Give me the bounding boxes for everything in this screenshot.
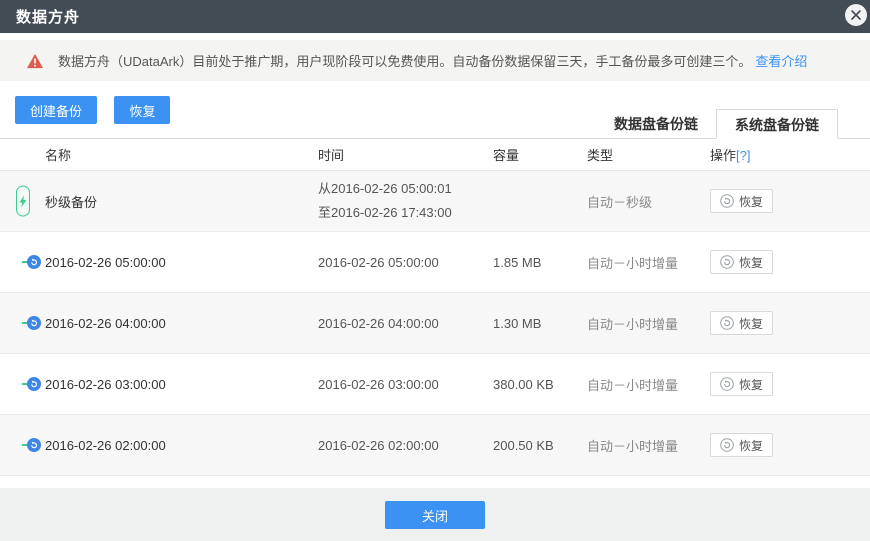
notice-wrap: 数据方舟（UDataArk）目前处于推广期，用户现阶段可以免费使用。自动备份数据… (0, 33, 870, 81)
backup-name: 秒级备份 (45, 194, 98, 210)
close-button[interactable]: 关闭 (385, 501, 485, 529)
restore-icon (720, 316, 734, 330)
backup-name: 2016-02-26 02:00:00 (45, 437, 166, 453)
tab-data-disk-chain[interactable]: 数据盘备份链 (596, 109, 716, 139)
table-tail-spacer (0, 476, 870, 488)
row-restore-button[interactable]: 恢复 (710, 250, 774, 274)
column-header-name: 名称 (45, 148, 72, 163)
backup-type: 自动－小时增量 (587, 438, 679, 454)
udataark-modal: 数据方舟 数据方舟（UDataArk）目前处于推广期，用户现阶段可以免费使用。自… (0, 0, 870, 541)
restore-icon (720, 377, 734, 391)
column-header-time: 时间 (318, 148, 345, 163)
restore-button[interactable]: 恢复 (114, 96, 171, 124)
warning-icon (27, 53, 43, 68)
backup-name: 2016-02-26 04:00:00 (45, 315, 166, 331)
table-body: 秒级备份 从2016-02-26 05:00:01 至2016-02-26 17… (0, 171, 870, 488)
backup-type: 自动－小时增量 (587, 377, 679, 393)
lightning-icon (16, 185, 30, 217)
backup-point-icon (27, 255, 41, 269)
modal-footer: 关闭 (0, 488, 870, 541)
backup-type: 自动－小时增量 (587, 316, 679, 332)
table-row: 秒级备份 从2016-02-26 05:00:01 至2016-02-26 17… (0, 171, 870, 232)
backup-name: 2016-02-26 05:00:00 (45, 254, 166, 270)
backup-point-icon (27, 316, 41, 330)
close-icon[interactable] (845, 4, 867, 26)
restore-icon (720, 438, 734, 452)
table-row: 2016-02-26 02:00:00 2016-02-26 02:00:00 … (0, 415, 870, 476)
column-header-type: 类型 (587, 148, 614, 163)
row-restore-button[interactable]: 恢复 (710, 189, 774, 213)
notice-text: 数据方舟（UDataArk）目前处于推广期，用户现阶段可以免费使用。自动备份数据… (58, 54, 752, 69)
backup-time: 2016-02-26 05:00:00 (318, 254, 439, 270)
backup-time: 2016-02-26 04:00:00 (318, 315, 439, 331)
table-header: 名称 时间 容量 类型 操作[?] (0, 139, 870, 171)
action-help-icon[interactable]: [?] (736, 148, 750, 163)
page-title: 数据方舟 (16, 9, 81, 26)
backup-type: 自动－秒级 (587, 194, 653, 210)
table-row: 2016-02-26 03:00:00 2016-02-26 03:00:00 … (0, 354, 870, 415)
modal-header: 数据方舟 (0, 0, 870, 33)
notice-intro-link[interactable]: 查看介绍 (755, 51, 807, 70)
row-restore-button[interactable]: 恢复 (710, 311, 774, 335)
backup-capacity: 380.00 KB (493, 376, 554, 392)
row-restore-button[interactable]: 恢复 (710, 372, 774, 396)
backup-capacity: 1.30 MB (493, 315, 542, 331)
table-row: 2016-02-26 04:00:00 2016-02-26 04:00:00 … (0, 293, 870, 354)
backup-time: 2016-02-26 02:00:00 (318, 437, 439, 453)
backup-time-range: 从2016-02-26 05:00:01 至2016-02-26 17:43:0… (318, 181, 452, 220)
backup-point-icon (27, 438, 41, 452)
create-backup-button[interactable]: 创建备份 (15, 96, 98, 124)
backup-type: 自动－小时增量 (587, 255, 679, 271)
tab-bar: 数据盘备份链 系统盘备份链 (596, 109, 838, 139)
restore-icon (720, 194, 734, 208)
table-row: 2016-02-26 05:00:00 2016-02-26 05:00:00 … (0, 232, 870, 293)
column-header-capacity: 容量 (493, 148, 520, 163)
column-header-action: 操作[?] (710, 148, 751, 163)
row-restore-button[interactable]: 恢复 (710, 433, 774, 457)
tab-system-disk-chain[interactable]: 系统盘备份链 (716, 109, 838, 139)
backup-capacity: 200.50 KB (493, 437, 554, 453)
restore-icon (720, 255, 734, 269)
notice-bar: 数据方舟（UDataArk）目前处于推广期，用户现阶段可以免费使用。自动备份数据… (0, 40, 870, 81)
backup-time: 2016-02-26 03:00:00 (318, 376, 439, 392)
backup-name: 2016-02-26 03:00:00 (45, 376, 166, 392)
backup-capacity: 1.85 MB (493, 254, 542, 270)
backup-point-icon (27, 377, 41, 391)
toolbar: 创建备份 恢复 数据盘备份链 系统盘备份链 (0, 81, 870, 139)
